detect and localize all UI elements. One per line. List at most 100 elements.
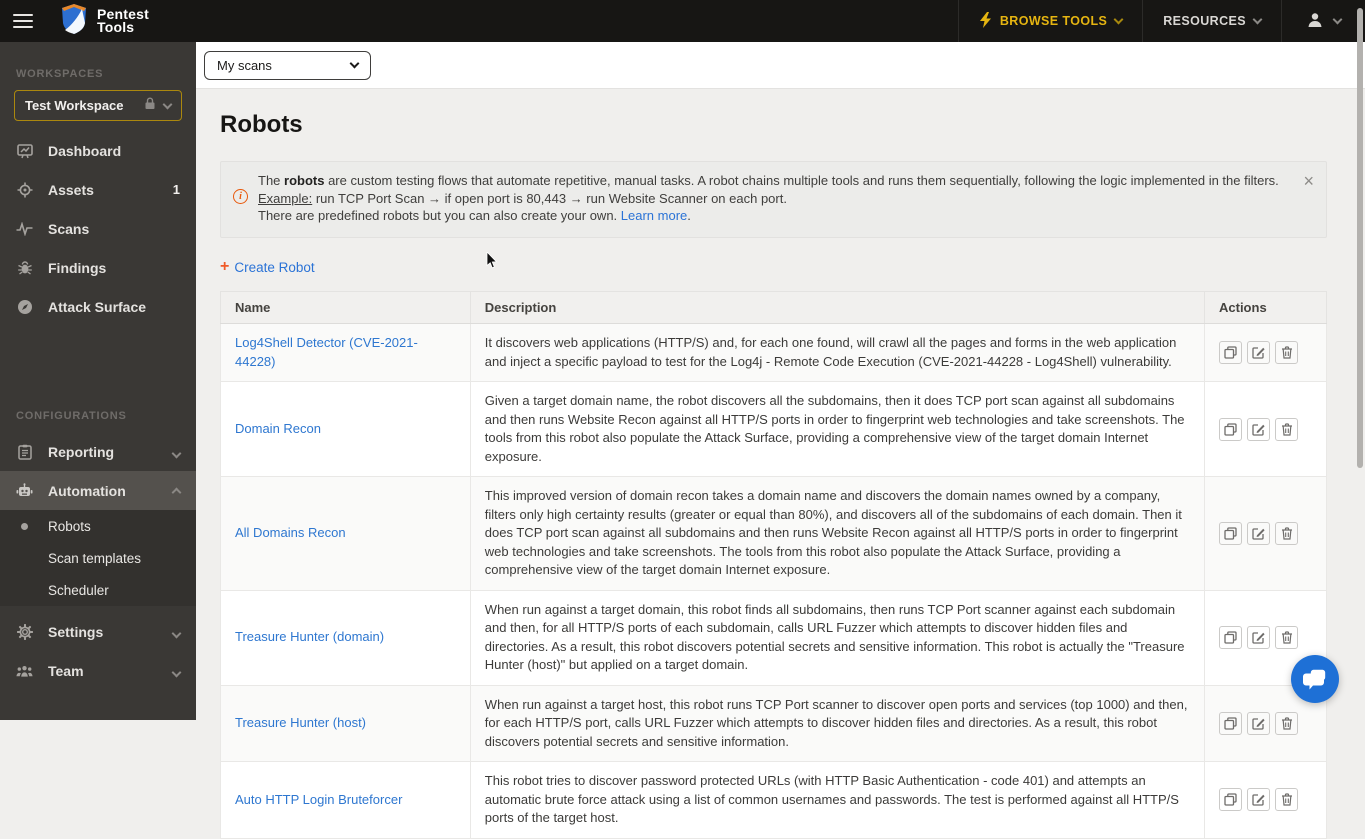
chevron-down-icon	[171, 628, 182, 638]
sidebar-subitem-scheduler[interactable]: Scheduler	[0, 574, 196, 606]
robot-description: When run against a target domain, this r…	[469, 589, 1206, 686]
robot-name-link[interactable]: Log4Shell Detector (CVE-2021-44228)	[235, 335, 418, 369]
chat-icon	[1303, 668, 1327, 690]
info-icon: i	[233, 189, 248, 204]
delete-button[interactable]	[1275, 341, 1298, 364]
duplicate-button[interactable]	[1219, 711, 1242, 735]
assets-count-badge: 1	[172, 182, 180, 197]
sidebar-item-dashboard[interactable]: Dashboard	[0, 131, 196, 170]
robot-name-link[interactable]: Domain Recon	[235, 421, 321, 436]
learn-more-link[interactable]: Learn more	[621, 208, 687, 223]
menu-button[interactable]	[0, 0, 46, 42]
edit-icon	[1252, 794, 1265, 806]
banner-line-3: There are predefined robots but you can …	[258, 208, 691, 223]
duplicate-button[interactable]	[1219, 341, 1242, 364]
browse-tools-label: BROWSE TOOLS	[999, 14, 1108, 28]
team-icon	[16, 664, 33, 678]
edit-icon	[1252, 347, 1265, 359]
workspaces-section-label: WORKSPACES	[16, 68, 104, 80]
edit-button[interactable]	[1247, 626, 1270, 649]
sidebar-item-label: Team	[48, 662, 84, 679]
sidebar-item-automation[interactable]: Automation	[0, 471, 196, 510]
edit-button[interactable]	[1247, 711, 1270, 735]
logo[interactable]: Pentest Tools	[46, 0, 163, 42]
table-row: Auto HTTP Login Bruteforcer This robot t…	[220, 761, 1327, 839]
clipboard-icon	[16, 444, 33, 460]
edit-button[interactable]	[1247, 521, 1270, 545]
robot-name-link[interactable]: Treasure Hunter (host)	[235, 715, 366, 730]
sidebar-item-label: Findings	[48, 259, 107, 276]
workspace-selector[interactable]: Test Workspace	[14, 90, 182, 121]
column-header-actions: Actions	[1204, 291, 1327, 324]
edit-icon	[1252, 423, 1265, 436]
chevron-down-icon	[1252, 14, 1263, 25]
sidebar-item-attack-surface[interactable]: Attack Surface	[0, 287, 196, 326]
lock-icon	[144, 96, 156, 115]
delete-button[interactable]	[1275, 711, 1298, 735]
vertical-scrollbar[interactable]	[1357, 8, 1363, 468]
sidebar-item-label: Scans	[48, 220, 90, 237]
edit-icon	[1252, 528, 1265, 540]
sidebar-item-label: Automation	[48, 482, 126, 499]
compass-icon	[16, 299, 33, 315]
trash-icon	[1281, 793, 1292, 806]
hamburger-icon	[13, 10, 33, 32]
resources-menu[interactable]: RESOURCES	[1142, 0, 1281, 42]
robot-description: When run against a target host, this rob…	[469, 684, 1206, 762]
sidebar-item-settings[interactable]: Settings	[0, 612, 196, 651]
main-area: My scans Robots i The robots are custom …	[196, 42, 1365, 839]
banner-line-2: Example: run TCP Port Scan → if open por…	[258, 190, 787, 206]
active-dot-icon	[21, 522, 28, 530]
edit-button[interactable]	[1247, 417, 1270, 441]
sidebar-item-findings[interactable]: Findings	[0, 248, 196, 287]
robot-description: This improved version of domain recon ta…	[469, 476, 1206, 591]
delete-button[interactable]	[1275, 626, 1298, 649]
duplicate-button[interactable]	[1219, 788, 1242, 812]
robot-name-link[interactable]: Treasure Hunter (domain)	[235, 629, 384, 644]
duplicate-button[interactable]	[1219, 626, 1242, 649]
sidebar-item-team[interactable]: Team	[0, 651, 196, 690]
configurations-section-label: CONFIGURATIONS	[16, 410, 127, 422]
delete-button[interactable]	[1275, 521, 1298, 545]
sidebar-item-label: Settings	[48, 623, 104, 640]
trash-icon	[1281, 346, 1292, 359]
gear-icon	[16, 623, 33, 640]
create-robot-label: Create Robot	[234, 259, 315, 275]
browse-tools-menu[interactable]: BROWSE TOOLS	[957, 0, 1142, 42]
info-banner-text: The robots are custom testing flows that…	[258, 172, 1279, 225]
duplicate-button[interactable]	[1219, 521, 1242, 545]
sidebar-item-assets[interactable]: Assets 1	[0, 170, 196, 209]
create-robot-button[interactable]: + Create Robot	[220, 259, 315, 275]
duplicate-button[interactable]	[1219, 417, 1242, 441]
robot-name-link[interactable]: All Domains Recon	[235, 525, 346, 540]
chevron-down-icon	[349, 58, 360, 69]
chevron-down-icon	[171, 667, 182, 677]
table-row: Log4Shell Detector (CVE-2021-44228) It d…	[220, 323, 1327, 382]
workspace-name: Test Workspace	[25, 98, 124, 113]
delete-button[interactable]	[1275, 417, 1298, 441]
sidebar-item-scans[interactable]: Scans	[0, 209, 196, 248]
column-header-name[interactable]: Name	[220, 291, 471, 324]
column-header-description[interactable]: Description	[469, 291, 1206, 324]
robot-description: Given a target domain name, the robot di…	[469, 381, 1206, 477]
chat-widget-button[interactable]	[1291, 655, 1339, 703]
table-row: Treasure Hunter (host) When run against …	[220, 684, 1327, 762]
sidebar-subitem-robots[interactable]: Robots	[0, 510, 196, 542]
trash-icon	[1281, 422, 1292, 436]
edit-button[interactable]	[1247, 788, 1270, 812]
page-title: Robots	[220, 111, 303, 138]
trash-icon	[1281, 717, 1292, 730]
robot-description: It discovers web applications (HTTP/S) a…	[469, 323, 1206, 382]
close-icon[interactable]: ×	[1303, 172, 1314, 190]
scans-dropdown[interactable]: My scans	[204, 50, 371, 80]
sidebar-item-reporting[interactable]: Reporting	[0, 432, 196, 471]
chevron-down-icon	[171, 448, 182, 458]
dashboard-icon	[16, 143, 33, 159]
user-menu[interactable]	[1281, 0, 1365, 42]
delete-button[interactable]	[1275, 788, 1298, 812]
robot-name-link[interactable]: Auto HTTP Login Bruteforcer	[235, 792, 402, 807]
edit-button[interactable]	[1247, 341, 1270, 364]
robots-table: Name Description Actions Log4Shell Detec…	[220, 291, 1327, 839]
sidebar-subitem-scan-templates[interactable]: Scan templates	[0, 542, 196, 574]
info-banner: i The robots are custom testing flows th…	[220, 161, 1327, 238]
